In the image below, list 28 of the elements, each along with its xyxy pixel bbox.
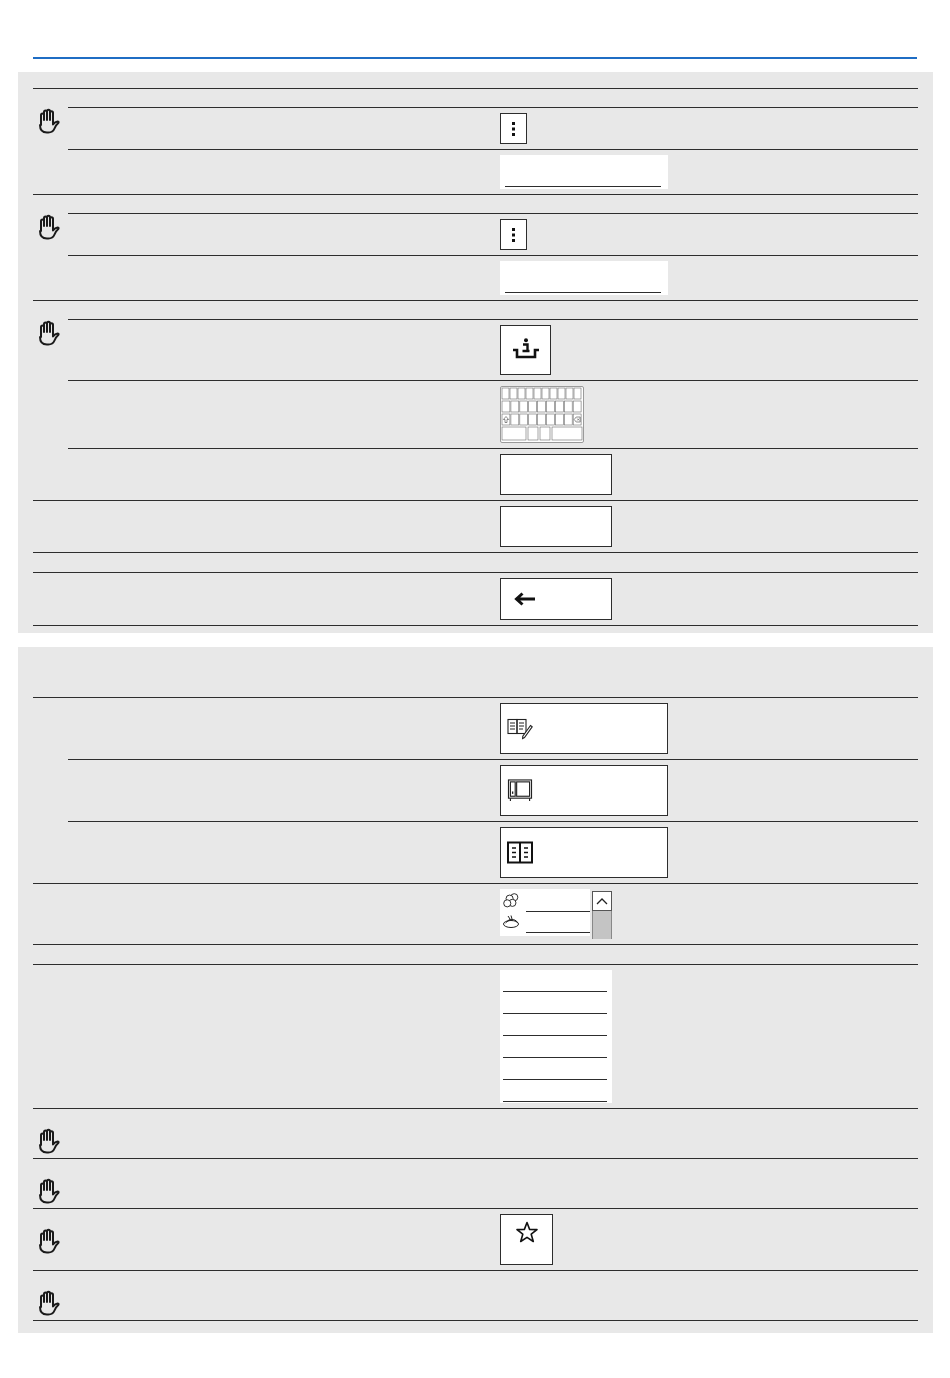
info-tray-icon — [511, 338, 540, 360]
book-icon — [507, 841, 533, 864]
left-arrow-icon — [514, 592, 536, 606]
menu-button[interactable] — [500, 113, 527, 144]
star-icon — [514, 1221, 539, 1244]
back-button[interactable] — [500, 578, 612, 620]
info-button[interactable] — [500, 325, 551, 375]
list-item[interactable] — [502, 912, 590, 933]
menu-button[interactable] — [500, 219, 527, 250]
dish-icon — [502, 914, 520, 929]
keyboard-icon — [500, 386, 584, 443]
blank-button[interactable] — [500, 506, 612, 547]
book-button[interactable] — [500, 827, 668, 878]
oven-button[interactable] — [500, 765, 668, 816]
input-field[interactable] — [500, 155, 668, 189]
more-icon — [512, 227, 515, 242]
more-icon — [512, 121, 515, 136]
book-pencil-icon — [507, 717, 533, 740]
input-field[interactable] — [500, 261, 668, 295]
blank-button[interactable] — [500, 454, 612, 495]
chevron-up-icon — [596, 897, 608, 905]
scrollbar[interactable] — [592, 891, 612, 939]
oven-icon — [507, 779, 533, 802]
edit-button[interactable] — [500, 703, 668, 754]
scrollbar-thumb[interactable] — [592, 911, 612, 939]
star-button[interactable] — [500, 1214, 553, 1265]
scroll-up-button[interactable] — [592, 891, 612, 911]
list-item[interactable] — [502, 891, 590, 912]
